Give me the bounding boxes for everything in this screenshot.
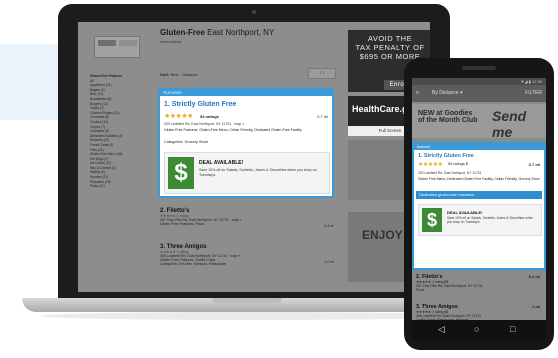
filter-button[interactable]: FILTER xyxy=(525,85,542,102)
thumbs-up-icon xyxy=(98,40,116,46)
featured-listing[interactable]: FEATURED 1. Strictly Gluten Free ★★★★★ 5… xyxy=(158,88,334,198)
sidebar-features-list: Gluten-Free Features All Appetizers (21)… xyxy=(90,74,150,189)
listing-features: Gluten Free Features: Gluten-Free Menu, … xyxy=(164,128,302,132)
deal-text: Save 10% off on Salads, Sorbetto, Juices… xyxy=(199,168,317,177)
listing-distance: 5.4 mi xyxy=(528,274,540,279)
featured-header: FEATURED xyxy=(160,90,332,96)
phone-screen: ▼◢ ▮ 12:30 ≡ By Distance ▾ FILTER NEW at… xyxy=(412,78,546,340)
listing-categories: Categories: Tex-Mex, Mexican, Restaurant xyxy=(160,262,227,266)
phone-speaker xyxy=(462,66,496,70)
star-rating: ★★★★★ xyxy=(418,162,443,168)
sort-dropdown[interactable]: By Distance ▾ xyxy=(432,85,463,102)
laptop-screen: Gluten-Free Features All Appetizers (21)… xyxy=(78,22,430,292)
recent-apps-icon[interactable]: □ xyxy=(510,324,515,334)
results-column: Gluten-Free East Northport, NY recent ac… xyxy=(150,22,350,292)
featured-header: featured xyxy=(414,144,544,150)
menu-icon[interactable]: ≡ xyxy=(416,85,419,102)
laptop-frame: Gluten-Free Features All Appetizers (21)… xyxy=(58,4,450,300)
deal-box[interactable]: $ DEAL AVAILABLE! Save 10% off on Salads… xyxy=(164,152,330,194)
listing-address: 200 Larkfield Rd, East Northport, NY 117… xyxy=(164,122,245,126)
listing-name[interactable]: 1. Strictly Gluten Free xyxy=(418,153,474,159)
star-rating: ★★★★★ xyxy=(164,113,193,120)
dollar-icon: $ xyxy=(168,157,194,189)
camera-dot xyxy=(252,10,256,14)
ratings-count: 54 ratings xyxy=(200,114,219,119)
listing-name[interactable]: 1. Strictly Gluten Free xyxy=(164,101,236,108)
android-nav-bar: ◁ ○ □ xyxy=(412,320,546,340)
featured-listing[interactable]: featured 1. Strictly Gluten Free ★★★★★ 5… xyxy=(412,142,546,270)
sidebar: Gluten-Free Features All Appetizers (21)… xyxy=(84,26,146,292)
laptop-shadow xyxy=(40,312,460,320)
sidebar-item[interactable]: Pasta (21) xyxy=(90,184,150,189)
dedicated-badge: Dedicated gluten-free business xyxy=(416,191,542,199)
listing-distance: 5.4 mi xyxy=(324,224,334,228)
listing-distance: 1 mi xyxy=(531,304,540,309)
deal-box[interactable]: $ DEAL AVAILABLE! Save 10% off on Salads… xyxy=(418,204,542,236)
app-toolbar: ≡ By Distance ▾ FILTER xyxy=(412,85,546,102)
listing-distance: 0.7 mi xyxy=(528,162,540,167)
listing-features: Gluten Free Menu, Dedicated Gluten Free … xyxy=(418,177,540,181)
deal-text: Save 10% off on Salads, Sorbetto, Juices… xyxy=(447,216,534,225)
home-icon[interactable]: ○ xyxy=(474,324,479,334)
listing-features: Gluten Free Features: Pizza xyxy=(160,222,204,226)
listing-item[interactable]: 3. Three Amigos ★★★★★ 1 rating 1.0 mi 30… xyxy=(160,244,336,266)
listing-address: 200 Larkfield Rd, East Northport, NY 117… xyxy=(418,171,482,175)
listing-distance: 0.7 mi xyxy=(317,114,328,119)
listing-features: Pizza xyxy=(416,288,425,292)
status-bar: ▼◢ ▮ 12:30 xyxy=(412,78,546,85)
deal-title: DEAL AVAILABLE! xyxy=(199,160,244,166)
listing-categories: Categories: Grocery Store xyxy=(164,140,209,144)
pager-arrows[interactable]: ‹ › xyxy=(308,68,336,79)
listing-distance: 1.0 mi xyxy=(324,260,334,264)
like-count xyxy=(119,40,137,46)
deal-title: DEAL AVAILABLE! xyxy=(447,210,483,215)
sort-control[interactable]: Sort: Best · Distance xyxy=(160,72,198,77)
phone-frame: ▼◢ ▮ 12:30 ≡ By Distance ▾ FILTER NEW at… xyxy=(404,58,554,350)
back-icon[interactable]: ◁ xyxy=(438,324,445,335)
like-button[interactable] xyxy=(94,36,140,58)
listing-item[interactable]: 2. Filetto's 5.4 mi ★★★★★ 1 rating $$ 28… xyxy=(416,274,542,292)
page-subtitle: recent activity xyxy=(160,40,182,44)
ratings-count: 54 ratings $ xyxy=(448,162,468,166)
dollar-icon: $ xyxy=(422,208,442,232)
page-title: Gluten-Free East Northport, NY xyxy=(160,28,275,37)
banner-ad[interactable]: NEW at Goodies of the Month Club Send me xyxy=(412,104,546,140)
listing-item[interactable]: 2. Filetto's ★★★★★ 1 rating 5.4 mi 287 C… xyxy=(160,208,336,228)
